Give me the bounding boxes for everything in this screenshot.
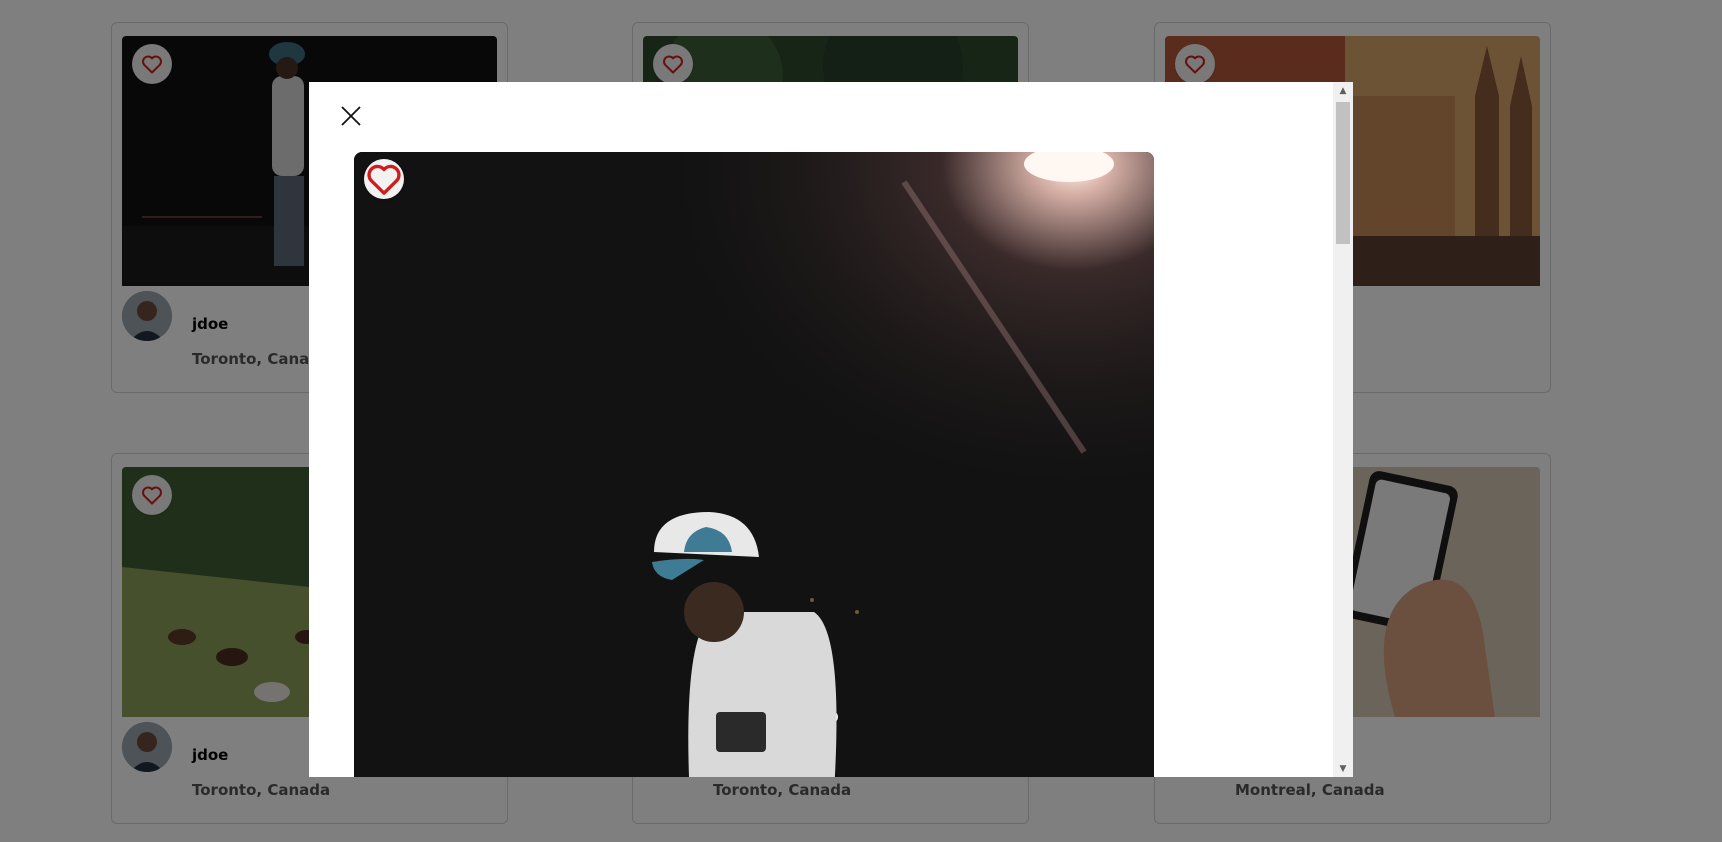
scroll-down-arrow-icon[interactable]: ▼ xyxy=(1333,760,1353,777)
photo-modal: ▲ ▼ xyxy=(309,82,1353,777)
close-icon xyxy=(341,106,361,126)
close-button[interactable] xyxy=(339,104,363,128)
heart-icon xyxy=(367,164,401,195)
page: jdoe Toronto, Canada xyxy=(0,0,1722,842)
modal-photo xyxy=(354,152,1154,777)
modal-scrollbar[interactable]: ▲ ▼ xyxy=(1333,82,1353,777)
scroll-thumb[interactable] xyxy=(1336,102,1350,244)
favorite-button[interactable] xyxy=(364,159,404,199)
scroll-up-arrow-icon[interactable]: ▲ xyxy=(1333,82,1353,99)
